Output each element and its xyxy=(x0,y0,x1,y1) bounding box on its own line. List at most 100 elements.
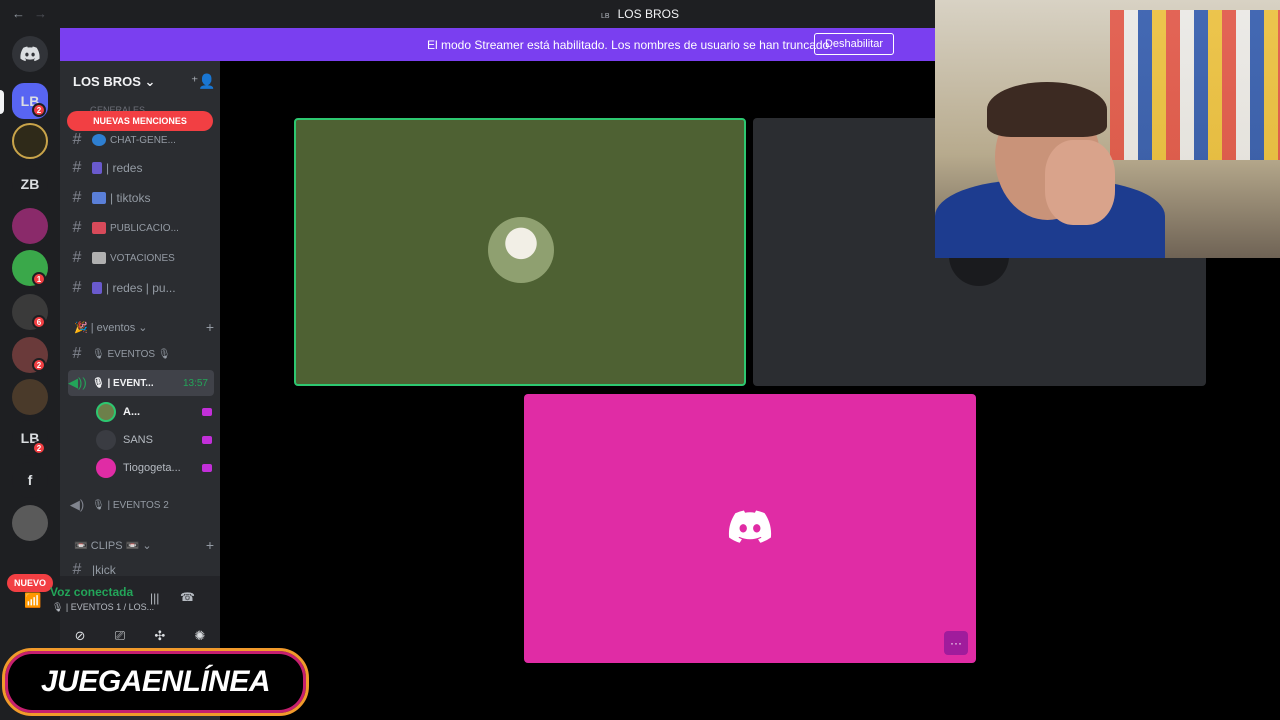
mailbox-icon xyxy=(92,222,106,234)
camera-off-icon[interactable]: ⊘ xyxy=(75,628,86,644)
new-badge[interactable]: NUEVO xyxy=(7,574,53,592)
speaker-icon: ◀)) xyxy=(68,375,87,390)
voice-channel-eventos-2[interactable]: ◀) 🎙 | EVENTOS 2 xyxy=(68,492,214,518)
new-mentions-banner[interactable]: NUEVAS MENCIONES xyxy=(67,111,213,131)
channel-label: | redes xyxy=(106,161,143,175)
signal-icon[interactable]: 📶 xyxy=(24,592,41,609)
create-channel-icon[interactable]: + xyxy=(206,537,214,553)
discord-logo-icon xyxy=(728,510,772,543)
member-name: A... xyxy=(123,406,141,418)
channel-label: CHAT-GENE... xyxy=(110,134,176,146)
channel-redes[interactable]: # | redes xyxy=(68,155,214,181)
server-icon-gold[interactable] xyxy=(12,123,48,159)
category-clips[interactable]: 📼 CLIPS 📼 ⌄ + xyxy=(74,537,214,553)
window-title-text: LOS BROS xyxy=(617,7,679,21)
server-badge: 1 xyxy=(32,272,46,286)
voice-status[interactable]: Voz conectada xyxy=(50,585,133,599)
voice-member[interactable]: SANS xyxy=(96,428,214,452)
activities-icon[interactable]: ✣ xyxy=(154,628,165,644)
server-tag: LB xyxy=(601,13,610,20)
bar-chart-icon xyxy=(92,252,106,264)
avatar xyxy=(96,402,116,422)
channel-votaciones[interactable]: # VOTACIONES xyxy=(68,245,214,271)
voice-channel-path[interactable]: 🎙 | EVENTOS 1 / LOS... xyxy=(52,602,154,613)
channel-publicaciones[interactable]: # PUBLICACIO... xyxy=(68,215,214,241)
avatar xyxy=(488,217,554,283)
streaming-icon xyxy=(202,436,212,444)
member-name: SANS xyxy=(123,434,153,446)
streaming-icon xyxy=(202,464,212,472)
webcam-person-hair xyxy=(987,82,1107,137)
webcam-jerseys xyxy=(1110,10,1280,160)
server-name: LOS BROS ⌄ xyxy=(73,74,156,89)
channel-label: PUBLICACIO... xyxy=(110,222,179,234)
hash-icon: # xyxy=(72,219,82,236)
server-label: f xyxy=(27,472,33,488)
discord-home-icon[interactable] xyxy=(12,36,48,72)
member-name: Tiogogeta... xyxy=(123,462,181,474)
channel-label: | redes | pu... xyxy=(106,281,176,295)
noise-suppression-icon[interactable]: ||| xyxy=(150,591,159,605)
hash-icon: # xyxy=(72,159,82,176)
server-icon-brown[interactable] xyxy=(12,379,48,415)
server-icon-zb[interactable]: ZB xyxy=(12,166,48,202)
participant-tile-discord[interactable]: ··· xyxy=(524,394,976,663)
channel-label: 🎙 EVENTOS 🎙 xyxy=(92,348,171,360)
create-channel-icon[interactable]: + xyxy=(206,319,214,335)
channel-label: |kick xyxy=(92,563,116,577)
channel-label: 🎙 | EVENT... xyxy=(92,377,154,389)
disconnect-icon[interactable]: ☎ xyxy=(180,590,195,604)
globe-icon xyxy=(92,134,106,146)
party-icon: 🎉 xyxy=(74,322,91,334)
logo-text: JUEGAENLÍNEA xyxy=(40,665,271,698)
category-label: | eventos ⌄ xyxy=(90,322,148,334)
category-label: 📼 CLIPS 📼 ⌄ xyxy=(74,540,152,552)
streamer-mode-bar: El modo Streamer está habilitado. Los no… xyxy=(60,28,935,61)
speaker-icon: ◀) xyxy=(69,497,85,512)
streamer-mode-message: El modo Streamer está habilitado. Los no… xyxy=(427,38,833,52)
voice-member[interactable]: Tiogogeta... xyxy=(96,456,214,480)
screen-share-icon[interactable]: ⎚ xyxy=(115,628,125,644)
notebook-icon xyxy=(92,162,102,174)
invite-people-icon[interactable]: ⁺👤 xyxy=(191,73,216,90)
participant-tile-speaking[interactable] xyxy=(294,118,746,386)
hash-icon: # xyxy=(72,279,82,296)
server-badge: 2 xyxy=(32,358,46,372)
juegaenlinea-logo: JUEGAENLÍNEA xyxy=(2,648,309,716)
server-icon-purple[interactable] xyxy=(12,208,48,244)
webcam-person-hands xyxy=(1045,140,1115,225)
more-options-button[interactable]: ··· xyxy=(944,631,968,655)
server-label: ZB xyxy=(20,176,40,192)
channel-tiktoks[interactable]: # | tiktoks xyxy=(68,185,214,211)
notebook-icon xyxy=(92,282,102,294)
server-header[interactable]: LOS BROS ⌄ ⁺👤 xyxy=(60,61,220,103)
category-eventos[interactable]: 🎉 | eventos ⌄ + xyxy=(74,319,214,335)
server-badge: 6 xyxy=(32,315,46,329)
channel-redes-publicidad[interactable]: # | redes | pu... xyxy=(68,275,214,301)
soundboard-icon[interactable]: ✺ xyxy=(194,628,205,644)
server-badge: 2 xyxy=(32,441,46,455)
channel-label: 🎙 | EVENTOS 2 xyxy=(92,499,169,511)
discord-window: ← → LB LOS BROS LB 2 ZB 1 6 2 LB 2 f NUEV… xyxy=(0,0,1280,720)
hash-icon: # xyxy=(72,189,82,206)
voice-timer: 13:57 xyxy=(182,377,208,389)
hash-icon: # xyxy=(72,345,82,362)
hash-icon: # xyxy=(72,131,82,148)
video-icon xyxy=(92,192,106,204)
voice-member[interactable]: A... xyxy=(96,400,214,424)
voice-action-buttons: ⊘ ⎚ ✣ ✺ xyxy=(60,628,220,644)
server-icon-f[interactable]: f xyxy=(12,462,48,498)
hash-icon: # xyxy=(72,249,82,266)
streaming-icon xyxy=(202,408,212,416)
disable-streamer-button[interactable]: Deshabilitar xyxy=(814,33,894,55)
voice-connected-panel: 📶 Voz conectada 🎙 | EVENTOS 1 / LOS... |… xyxy=(24,576,220,656)
server-rail: LB 2 ZB 1 6 2 LB 2 f NUEVO xyxy=(0,28,60,720)
channel-label: | tiktoks xyxy=(110,191,151,205)
server-icon-gray[interactable] xyxy=(12,505,48,541)
voice-channel-eventos-1[interactable]: ◀)) 🎙 | EVENT... 13:57 xyxy=(68,370,214,396)
server-badge: 2 xyxy=(32,103,46,117)
channel-eventos-text[interactable]: # 🎙 EVENTOS 🎙 xyxy=(68,341,214,367)
avatar xyxy=(96,430,116,450)
avatar xyxy=(96,458,116,478)
selected-server-pill xyxy=(0,90,4,114)
